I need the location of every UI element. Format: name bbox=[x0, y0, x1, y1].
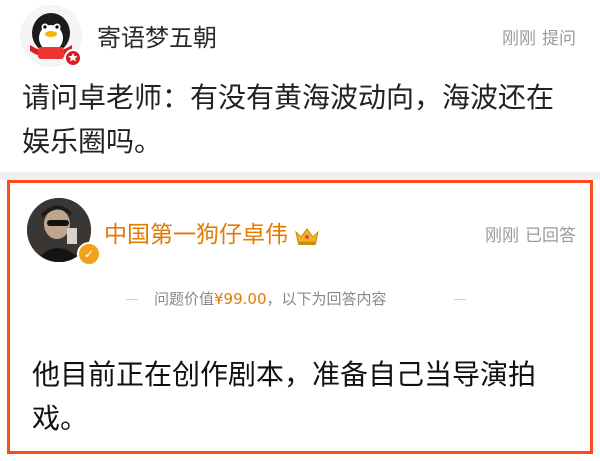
answer-meta: 刚刚 已回答 bbox=[485, 221, 576, 246]
question-action: 提问 bbox=[542, 29, 576, 49]
question-text: 请问卓老师：有没有黄海波动向，海波还在娱乐圈吗。 bbox=[22, 81, 555, 158]
verified-badge-icon: ✓ bbox=[77, 242, 101, 266]
asker-avatar[interactable] bbox=[20, 5, 82, 67]
value-suffix: ，以下为回答内容 bbox=[266, 290, 387, 308]
question-value-text: 问题价值¥99.00，以下为回答内容 bbox=[154, 287, 387, 311]
answerer-name-text: 中国第一狗仔卓伟 bbox=[104, 222, 288, 248]
answer-text: 他目前正在创作剧本，准备自己当导演拍戏。 bbox=[32, 358, 537, 435]
question-time: 刚刚 bbox=[502, 29, 536, 49]
value-prefix: 问题价值 bbox=[154, 290, 215, 308]
penguin-avatar-icon bbox=[21, 6, 82, 67]
answerer-username[interactable]: 中国第一狗仔卓伟 bbox=[104, 215, 320, 249]
asker-username[interactable]: 寄语梦五朝 bbox=[97, 18, 217, 53]
answer-card-highlighted: ✓ 中国第一狗仔卓伟 刚刚 已回答 问题价值¥99.00，以下为回答内容 他目前正… bbox=[7, 180, 593, 454]
question-value-row: 问题价值¥99.00，以下为回答内容 bbox=[126, 287, 466, 311]
question-card: 寄语梦五朝 刚刚 提问 请问卓老师：有没有黄海波动向，海波还在娱乐圈吗。 bbox=[0, 0, 600, 172]
section-divider bbox=[0, 172, 600, 180]
divider-line-right bbox=[454, 299, 466, 300]
divider-line-left bbox=[126, 299, 138, 300]
question-price: ¥99.00 bbox=[214, 290, 267, 308]
question-meta: 刚刚 提问 bbox=[502, 24, 576, 49]
crown-icon bbox=[295, 227, 319, 245]
answer-action: 已回答 bbox=[525, 226, 576, 246]
answer-time: 刚刚 bbox=[485, 226, 519, 246]
